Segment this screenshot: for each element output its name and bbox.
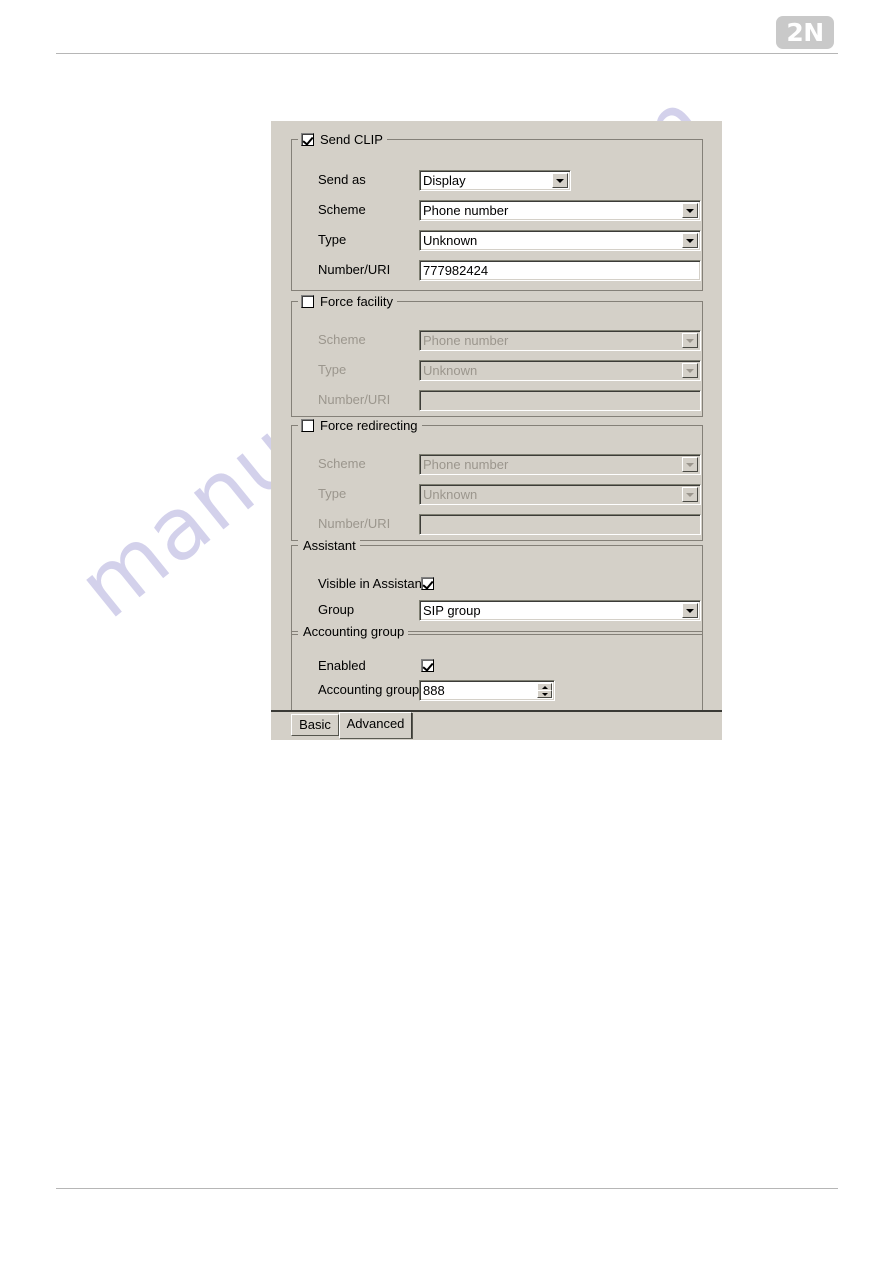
input-force-facility-2: [419, 390, 701, 411]
combo-send-clip-2[interactable]: Unknown: [419, 230, 701, 251]
chevron-down-glyph: [686, 209, 694, 213]
groupbox-legend-force-redirecting[interactable]: Force redirecting: [298, 418, 422, 433]
input-send-clip-3[interactable]: 777982424: [419, 260, 701, 281]
field-label-send-clip-2: Type: [318, 232, 347, 247]
groupbox-legend-force-facility[interactable]: Force facility: [298, 294, 397, 309]
field-label-accounting-group-0: Enabled: [318, 658, 366, 673]
arrow-up-glyph: [542, 686, 548, 689]
field-label-assistant-0: Visible in Assistant: [318, 576, 426, 591]
field-label-send-clip-3: Number/URI: [318, 262, 391, 277]
checkbox-send-clip[interactable]: [301, 133, 314, 146]
checkbox-accounting-group-0[interactable]: [421, 659, 434, 672]
field-label-send-clip-1: Scheme: [318, 202, 366, 217]
spinner-down-icon[interactable]: [537, 690, 552, 698]
groupbox-legend-label: Force facility: [320, 294, 393, 309]
groupbox-legend-send-clip[interactable]: Send CLIP: [298, 132, 387, 147]
control-value: 777982424: [423, 263, 489, 278]
tab-basic[interactable]: Basic: [291, 714, 339, 736]
tab-advanced[interactable]: Advanced: [339, 712, 412, 738]
field-label-send-clip-0: Send as: [318, 172, 366, 187]
chevron-down-icon[interactable]: [682, 233, 698, 248]
combo-force-facility-1: Unknown: [419, 360, 701, 381]
groupbox-legend-assistant: Assistant: [298, 538, 360, 553]
groupbox-force-redirecting: Force redirecting Scheme Phone number Type U…: [291, 418, 703, 541]
arrow-down-glyph: [542, 693, 548, 696]
checkbox-force-facility[interactable]: [301, 295, 314, 308]
control-value: Unknown: [423, 233, 478, 248]
groupbox-legend-label: Accounting group: [303, 624, 405, 639]
chevron-down-icon: [682, 363, 698, 378]
chevron-down-icon[interactable]: [552, 173, 568, 188]
brand-logo-2n: 2N: [776, 16, 834, 49]
footer-divider: [56, 1188, 838, 1189]
groupbox-force-facility: Force facility Scheme Phone number Type Unkn…: [291, 294, 703, 417]
groupbox-send-clip: Send CLIP Send as Display Scheme Phone numbe…: [291, 132, 703, 291]
field-label-assistant-1: Group: [318, 602, 355, 617]
control-value: Phone number: [423, 457, 509, 472]
field-label-force-redirecting-2: Number/URI: [318, 516, 391, 531]
groupbox-accounting-group: Accounting group Enabled Accounting group 8…: [291, 624, 703, 711]
chevron-down-icon: [682, 457, 698, 472]
control-value: 888: [423, 683, 445, 698]
groupbox-legend-label: Assistant: [303, 538, 356, 553]
control-value: Phone number: [423, 203, 509, 218]
checkbox-assistant-0[interactable]: [421, 577, 434, 590]
field-label-force-facility-1: Type: [318, 362, 347, 377]
spinner-accounting-group-1[interactable]: 888: [419, 680, 555, 701]
field-label-force-facility-0: Scheme: [318, 332, 366, 347]
control-value: SIP group: [423, 603, 481, 618]
settings-dialog: Send CLIP Send as Display Scheme Phone numbe…: [271, 121, 722, 740]
field-label-accounting-group-1: Accounting group: [318, 682, 420, 697]
chevron-down-glyph: [556, 179, 564, 183]
control-value: Phone number: [423, 333, 509, 348]
groupbox-legend-label: Force redirecting: [320, 418, 418, 433]
groupbox-legend-label: Send CLIP: [320, 132, 383, 147]
control-value: Unknown: [423, 487, 478, 502]
chevron-down-glyph: [686, 239, 694, 243]
combo-send-clip-1[interactable]: Phone number: [419, 200, 701, 221]
chevron-down-glyph: [686, 493, 694, 497]
field-label-force-redirecting-0: Scheme: [318, 456, 366, 471]
header-divider: [56, 53, 838, 54]
spinner-buttons[interactable]: [537, 683, 552, 698]
chevron-down-glyph: [686, 339, 694, 343]
groupbox-assistant: Assistant Visible in Assistant Group SIP gr…: [291, 538, 703, 635]
control-value: Display: [423, 173, 466, 188]
combo-assistant-1[interactable]: SIP group: [419, 600, 701, 621]
field-label-force-redirecting-1: Type: [318, 486, 347, 501]
combo-force-facility-0: Phone number: [419, 330, 701, 351]
chevron-down-glyph: [686, 369, 694, 373]
chevron-down-icon: [682, 487, 698, 502]
dialog-body: Send CLIP Send as Display Scheme Phone numbe…: [271, 121, 722, 713]
control-value: Unknown: [423, 363, 478, 378]
chevron-down-icon[interactable]: [682, 203, 698, 218]
input-force-redirecting-2: [419, 514, 701, 535]
chevron-down-icon: [682, 333, 698, 348]
checkbox-force-redirecting[interactable]: [301, 419, 314, 432]
chevron-down-glyph: [686, 609, 694, 613]
combo-send-clip-0[interactable]: Display: [419, 170, 571, 191]
chevron-down-icon[interactable]: [682, 603, 698, 618]
page-header: 2N: [0, 0, 893, 70]
combo-force-redirecting-0: Phone number: [419, 454, 701, 475]
tab-strip: Basic Advanced: [271, 710, 722, 740]
groupbox-legend-accounting-group: Accounting group: [298, 624, 409, 639]
field-label-force-facility-2: Number/URI: [318, 392, 391, 407]
chevron-down-glyph: [686, 463, 694, 467]
combo-force-redirecting-1: Unknown: [419, 484, 701, 505]
